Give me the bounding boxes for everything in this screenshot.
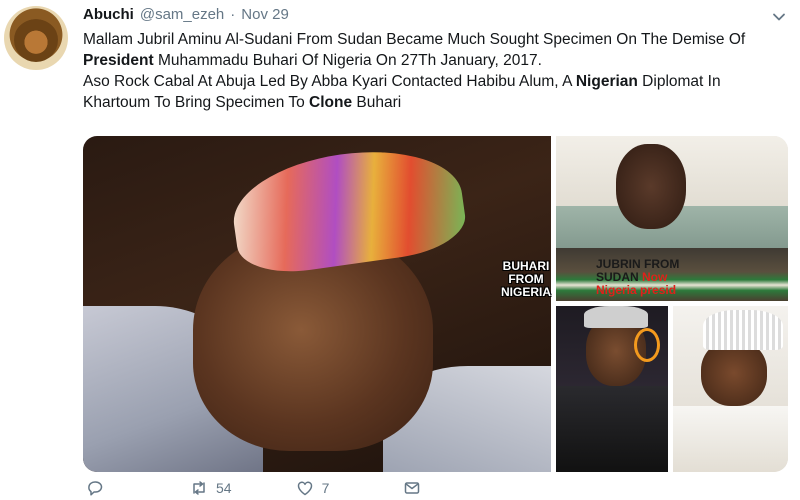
photo-caption-right: JUBRIN FROM SUDAN Now Nigeria presid [592, 258, 704, 297]
caption-segment: SUDAN [596, 270, 643, 284]
reply-icon [88, 481, 103, 496]
reply-button[interactable] [86, 479, 104, 497]
tweet-paragraph-1: Mallam Jubril Aminu Al-Sudani From Sudan… [83, 29, 783, 71]
like-count: 7 [321, 480, 330, 496]
tweet-text: Mallam Jubril Aminu Al-Sudani From Sudan… [83, 29, 783, 113]
media-photo-bottom-right[interactable] [673, 306, 788, 472]
photo-detail [703, 310, 783, 350]
tweet-timestamp[interactable]: Nov 29 [241, 6, 289, 23]
media-photo-bottom-left[interactable] [556, 306, 668, 472]
like-button[interactable]: 7 [296, 479, 330, 497]
text-segment: Mallam Jubril Aminu Al-Sudani From Sudan… [83, 31, 746, 48]
text-segment: Buhari [352, 94, 402, 111]
photo-detail [634, 328, 660, 362]
tweet-paragraph-2: Aso Rock Cabal At Abuja Led By Abba Kyar… [83, 71, 783, 113]
caption-segment: Now [642, 270, 668, 284]
retweet-button[interactable]: 54 [190, 479, 232, 497]
bold-segment: Nigerian [575, 73, 638, 90]
photo-detail [616, 144, 686, 229]
bold-segment: Clone [309, 94, 353, 111]
tweet: Abuchi @sam_ezeh · Nov 29 Mallam Jubril … [0, 0, 800, 500]
media-photo-main[interactable] [83, 136, 551, 472]
retweet-icon [193, 481, 205, 495]
heart-icon [297, 481, 312, 496]
photo-detail [584, 306, 648, 328]
chevron-down-icon[interactable] [772, 10, 786, 24]
avatar[interactable] [4, 6, 68, 70]
photo-detail [556, 386, 668, 472]
photo-detail [673, 406, 788, 472]
direct-message-button[interactable] [403, 479, 421, 497]
tweet-media-grid [83, 136, 788, 472]
caption-line: Nigeria presid [596, 283, 677, 297]
photo-detail [226, 138, 470, 280]
envelope-icon [405, 482, 420, 494]
lion-avatar-image [14, 18, 58, 62]
tweet-actions: 54 7 [83, 477, 421, 499]
caption-line: NIGERIA [500, 285, 551, 299]
author-name[interactable]: Abuchi [83, 6, 134, 23]
tweet-header: Abuchi @sam_ezeh · Nov 29 [83, 6, 289, 26]
author-handle[interactable]: @sam_ezeh [140, 6, 224, 23]
text-segment: Muhammadu Buhari Of Nigeria On 27Th Janu… [153, 52, 542, 69]
bold-segment: President [83, 52, 154, 69]
photo-caption-left: BUHARI FROM NIGERIA [480, 260, 572, 299]
retweet-count: 54 [216, 480, 232, 496]
text-segment: Aso Rock Cabal At Abuja Led By Abba Kyar… [83, 73, 576, 90]
separator-dot: · [230, 6, 236, 23]
